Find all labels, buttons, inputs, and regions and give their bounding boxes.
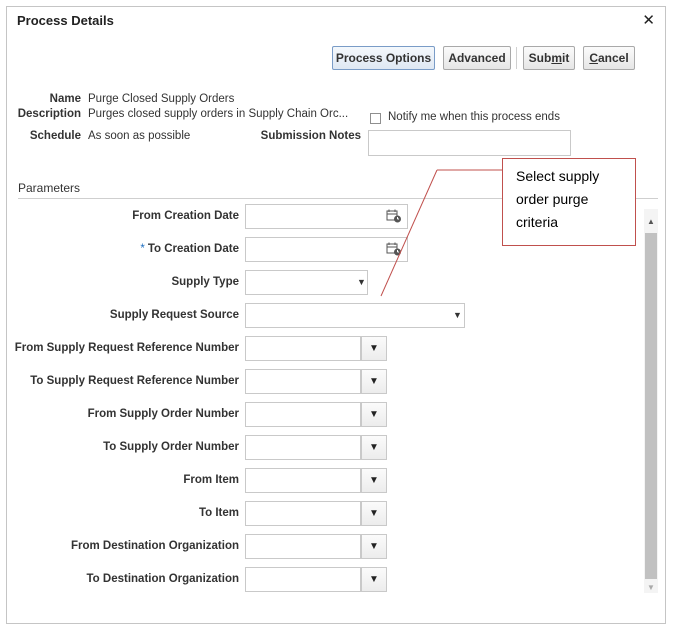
from-item-input[interactable] [245, 468, 361, 493]
process-details-dialog: Process Details ✕ Process Options Advanc… [6, 6, 666, 624]
schedule-value: As soon as possible [88, 130, 191, 142]
close-icon[interactable]: ✕ [642, 11, 655, 29]
from-creation-date-label: From Creation Date [132, 210, 239, 222]
from-supply-order-number-label: From Supply Order Number [87, 408, 239, 420]
annotation-callout: Select supply order purge criteria [502, 158, 636, 246]
to-supply-order-number-label: To Supply Order Number [103, 441, 239, 453]
name-value: Purge Closed Supply Orders [88, 93, 235, 105]
from-supply-request-ref-input[interactable] [245, 336, 361, 361]
schedule-label: Schedule [29, 130, 81, 142]
name-label: Name [49, 93, 81, 105]
to-supply-request-ref-label: To Supply Request Reference Number [30, 375, 239, 387]
from-supply-request-ref-label: From Supply Request Reference Number [14, 342, 239, 354]
chevron-down-icon: ▼ [453, 310, 462, 320]
submit-label-start: Sub [528, 51, 552, 65]
to-supply-order-number-lov-button[interactable]: ▼ [361, 435, 387, 460]
from-destination-org-label: From Destination Organization [70, 540, 239, 552]
description-value: Purges closed supply orders in Supply Ch… [88, 108, 349, 120]
from-supply-order-number-lov-button[interactable]: ▼ [361, 402, 387, 427]
submission-notes-label: Submission Notes [260, 130, 361, 142]
from-destination-org-lov-button[interactable]: ▼ [361, 534, 387, 559]
submission-notes-input[interactable] [368, 130, 571, 156]
chevron-down-icon: ▼ [357, 277, 366, 287]
submit-button[interactable]: Submit [523, 46, 575, 70]
scrollbar-thumb[interactable] [645, 233, 657, 579]
cancel-label-end: ancel [597, 51, 629, 65]
to-item-input[interactable] [245, 501, 361, 526]
notify-label: Notify me when this process ends [388, 111, 560, 123]
scroll-down-icon[interactable]: ▼ [644, 581, 658, 595]
calendar-icon[interactable] [386, 242, 402, 256]
from-supply-request-ref-lov-button[interactable]: ▼ [361, 336, 387, 361]
to-destination-org-input[interactable] [245, 567, 361, 592]
cancel-label-mnemonic: C [589, 51, 598, 65]
to-supply-order-number-input[interactable] [245, 435, 361, 460]
dialog-title: Process Details [17, 13, 114, 28]
supply-type-select[interactable]: ▼ [245, 270, 368, 295]
to-destination-org-lov-button[interactable]: ▼ [361, 567, 387, 592]
to-item-label: To Item [198, 507, 239, 519]
to-destination-org-label: To Destination Organization [86, 573, 239, 585]
submit-label-end: it [562, 51, 570, 65]
from-supply-order-number-input[interactable] [245, 402, 361, 427]
process-options-button[interactable]: Process Options [332, 46, 435, 70]
parameters-heading: Parameters [18, 181, 81, 195]
from-destination-org-input[interactable] [245, 534, 361, 559]
to-supply-request-ref-lov-button[interactable]: ▼ [361, 369, 387, 394]
toolbar-separator [516, 47, 517, 69]
to-creation-date-input[interactable] [245, 237, 408, 262]
advanced-button[interactable]: Advanced [443, 46, 511, 70]
scroll-up-icon[interactable]: ▲ [644, 215, 658, 229]
from-creation-date-input[interactable] [245, 204, 408, 229]
required-marker: * [140, 243, 145, 255]
parameters-scrollbar[interactable]: ▲ ▼ [644, 209, 658, 593]
calendar-icon[interactable] [386, 209, 402, 223]
to-item-lov-button[interactable]: ▼ [361, 501, 387, 526]
to-creation-date-label: * To Creation Date [9, 243, 239, 255]
submit-label-mnemonic: m [551, 51, 562, 65]
cancel-button[interactable]: Cancel [583, 46, 635, 70]
from-item-lov-button[interactable]: ▼ [361, 468, 387, 493]
supply-request-source-label: Supply Request Source [109, 309, 239, 321]
supply-request-source-select[interactable]: ▼ [245, 303, 465, 328]
description-label: Description [17, 108, 81, 120]
notify-checkbox[interactable] [370, 113, 381, 124]
to-creation-date-label-text: To Creation Date [147, 243, 239, 255]
from-item-label: From Item [183, 474, 239, 486]
supply-type-label: Supply Type [171, 276, 239, 288]
to-supply-request-ref-input[interactable] [245, 369, 361, 394]
